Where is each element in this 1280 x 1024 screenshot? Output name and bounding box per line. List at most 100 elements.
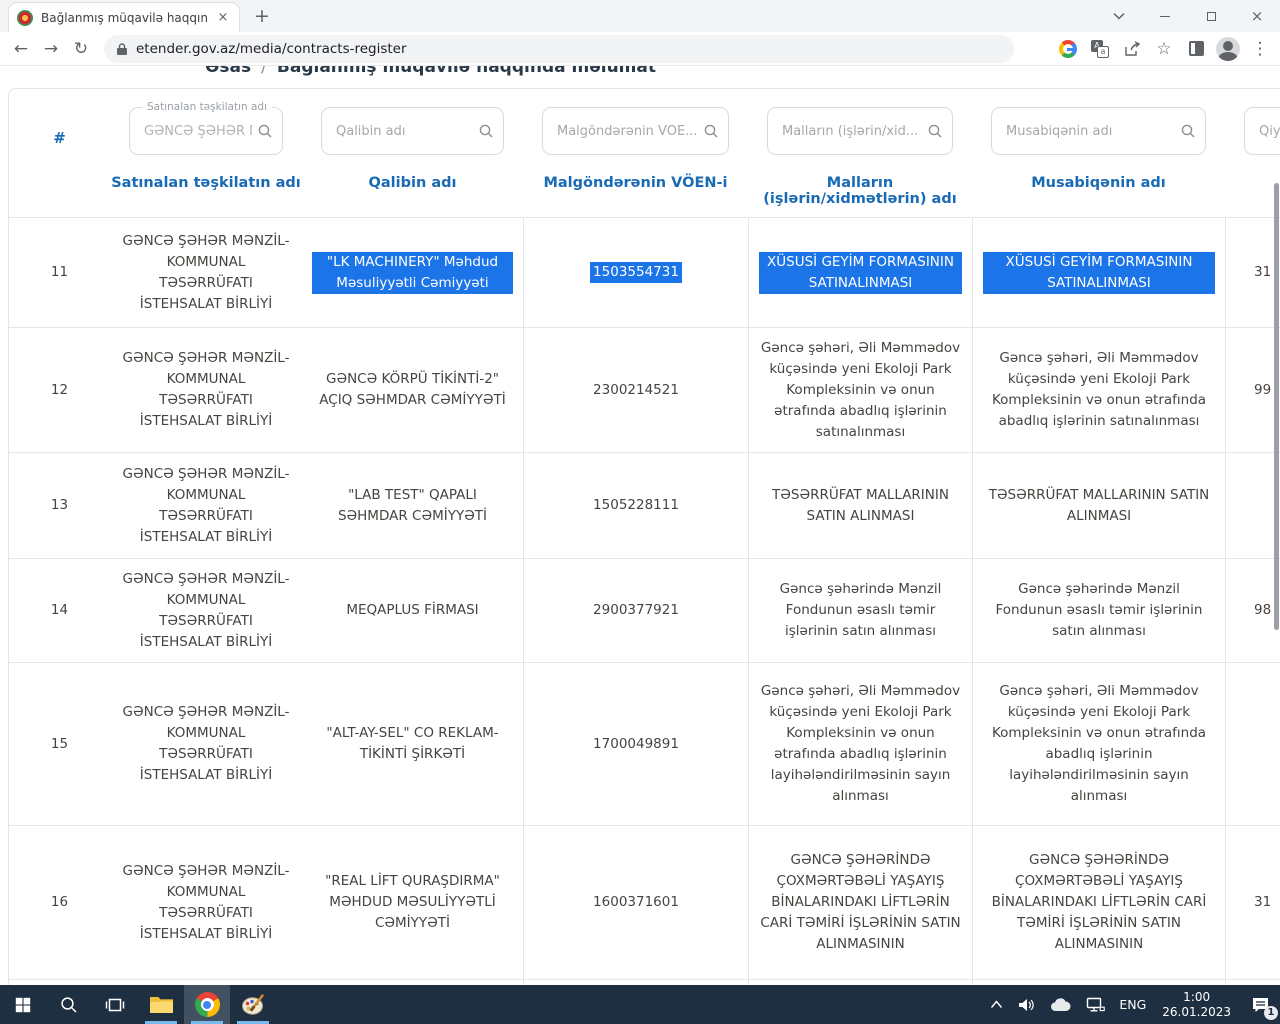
goods-filter-input[interactable] — [768, 108, 952, 154]
paint-taskbar-button[interactable] — [230, 985, 276, 1024]
org-cell: GƏNCƏ ŞƏHƏR MƏNZİL-KOMMUNAL TƏSƏRRÜFATI … — [110, 663, 302, 825]
price-cell: 99 — [1225, 328, 1280, 452]
competition-cell: TƏSƏRRÜFAT MALLARININ SATIN ALINMASI — [972, 453, 1225, 558]
competition-cell: Gəncə şəhərində Mənzil Fondunun əsaslı t… — [972, 559, 1225, 662]
new-tab-button[interactable]: + — [248, 3, 276, 31]
row-number: 13 — [9, 453, 110, 558]
goods-filter — [767, 107, 953, 155]
google-g-icon[interactable] — [1054, 35, 1082, 63]
language-indicator[interactable]: ENG — [1112, 985, 1153, 1024]
table-row: 14 GƏNCƏ ŞƏHƏR MƏNZİL-KOMMUNAL TƏSƏRRÜFA… — [9, 558, 1280, 662]
search-icon[interactable] — [703, 123, 719, 139]
selected-text: 1503554731 — [590, 262, 682, 283]
voen-filter-input[interactable] — [543, 108, 728, 154]
toolbar-actions: Aa ☆ ⋮ — [1054, 35, 1274, 63]
voen-cell: 2900377921 — [523, 559, 748, 662]
voen-cell: 1503554731 — [523, 218, 748, 327]
goods-cell: Gəncə şəhəri, Əli Məmmədov küçəsində yen… — [748, 328, 972, 452]
competition-filter-input[interactable] — [992, 108, 1205, 154]
winner-cell: "REAL LİFT QURAŞDIRMA" MƏHDUD MƏSULİYYƏT… — [302, 826, 523, 979]
chrome-taskbar-button[interactable] — [184, 985, 230, 1024]
search-icon[interactable] — [257, 123, 273, 139]
tab-close-icon[interactable]: × — [215, 10, 231, 26]
column-header-winner[interactable]: Qalibin adı — [302, 175, 523, 207]
taskbar-search-button[interactable] — [46, 985, 92, 1024]
file-explorer-icon — [149, 995, 174, 1015]
table-row: 13 GƏNCƏ ŞƏHƏR MƏNZİL-KOMMUNAL TƏSƏRRÜFA… — [9, 452, 1280, 558]
search-icon[interactable] — [478, 123, 494, 139]
azerbaijan-emblem-favicon — [17, 10, 33, 26]
address-bar[interactable]: etender.gov.az/media/contracts-register — [104, 35, 1014, 63]
voen-cell: 1505228111 — [523, 453, 748, 558]
org-cell: GƏNCƏ ŞƏHƏR MƏNZİL-KOMMUNAL TƏSƏRRÜFATI … — [110, 218, 302, 327]
winner-cell: "LAB TEST" QAPALI SƏHMDAR CƏMİYYƏTİ — [302, 453, 523, 558]
search-icon[interactable] — [1180, 123, 1196, 139]
clock-date: 26.01.2023 — [1162, 1005, 1231, 1020]
search-icon[interactable] — [927, 123, 943, 139]
row-number: 16 — [9, 826, 110, 979]
column-header-org[interactable]: Satınalan təşkilatın adı — [110, 175, 302, 207]
windows-logo-icon — [14, 996, 32, 1014]
network-icon[interactable] — [1078, 985, 1112, 1024]
start-button[interactable] — [0, 985, 46, 1024]
voen-cell: 2300214521 — [523, 328, 748, 452]
price-filter-input[interactable] — [1245, 108, 1280, 154]
winner-cell: "LK MACHINERY" Məhdud Məsuliyyətli Cəmiy… — [302, 218, 523, 327]
task-view-button[interactable] — [92, 985, 138, 1024]
column-header-goods[interactable]: Malların (işlərin/xidmətlərin) adı — [748, 175, 972, 207]
search-icon — [59, 995, 79, 1015]
competition-filter — [991, 107, 1206, 155]
volume-icon[interactable] — [1010, 985, 1043, 1024]
winner-filter-input[interactable] — [322, 108, 503, 154]
page-scrollbar-thumb[interactable] — [1274, 183, 1279, 630]
onedrive-cloud-icon[interactable] — [1043, 985, 1078, 1024]
share-icon[interactable] — [1118, 35, 1146, 63]
tab-title: Bağlanmış müqavilə haqqında mə — [41, 11, 207, 25]
task-view-icon — [105, 995, 125, 1015]
window-minimize-button[interactable] — [1142, 0, 1188, 32]
column-header-voen[interactable]: Malgöndərənin VÖEN-i — [523, 175, 748, 207]
winner-cell: MEQAPLUS FİRMASI — [302, 559, 523, 662]
breadcrumb-root[interactable]: Əsas — [205, 66, 251, 77]
competition-cell: Gəncə şəhəri, Əli Məmmədov küçəsində yen… — [972, 663, 1225, 825]
breadcrumb: Əsas/Bağlanmış müqavilə haqqında məlumat — [205, 66, 656, 77]
action-center-button[interactable]: 1 — [1240, 985, 1280, 1024]
forward-button[interactable]: → — [36, 35, 66, 63]
org-cell: GƏNCƏ ŞƏHƏR MƏNZİL-KOMMUNAL TƏSƏRRÜFATI … — [110, 328, 302, 452]
notification-badge: 1 — [1264, 1006, 1278, 1020]
price-cell — [1225, 453, 1280, 558]
org-cell: GƏNCƏ ŞƏHƏR MƏNZİL-KOMMUNAL TƏSƏRRÜFATI … — [110, 453, 302, 558]
browser-tab-strip: Bağlanmış müqavilə haqqında mə × + × — [0, 0, 1280, 32]
clock[interactable]: 1:00 26.01.2023 — [1153, 985, 1240, 1024]
profile-avatar[interactable] — [1214, 35, 1242, 63]
winner-cell: "ALT-AY-SEL" CO REKLAM-TİKİNTİ ŞİRKƏTİ — [302, 663, 523, 825]
table-row: 16 GƏNCƏ ŞƏHƏR MƏNZİL-KOMMUNAL TƏSƏRRÜFA… — [9, 825, 1280, 979]
competition-cell: XÜSUSİ GEYİM FORMASININ SATINALINMASI — [972, 218, 1225, 327]
price-filter — [1244, 107, 1280, 155]
winner-cell: GƏNCƏ KÖRPÜ TİKİNTİ-2" AÇIQ SƏHMDAR CƏMİ… — [302, 328, 523, 452]
translate-icon[interactable]: Aa — [1086, 35, 1114, 63]
file-explorer-button[interactable] — [138, 985, 184, 1024]
browser-tab[interactable]: Bağlanmış müqavilə haqqında mə × — [8, 2, 240, 32]
menu-dots-icon[interactable]: ⋮ — [1246, 35, 1274, 63]
org-filter-label: Satınalan təşkilatın adı — [142, 101, 272, 113]
org-cell: GƏNCƏ ŞƏHƏR MƏNZİL-KOMMUNAL TƏSƏRRÜFATI … — [110, 559, 302, 662]
tray-chevron-up-icon[interactable] — [983, 985, 1010, 1024]
window-maximize-button[interactable] — [1188, 0, 1234, 32]
row-number: 15 — [9, 663, 110, 825]
column-header-competition[interactable]: Musabiqənin adı — [972, 175, 1225, 207]
system-tray: ENG 1:00 26.01.2023 1 — [983, 985, 1280, 1024]
back-button[interactable]: ← — [6, 35, 36, 63]
tab-search-chevron-icon[interactable] — [1096, 0, 1142, 32]
reload-button[interactable]: ↻ — [66, 35, 96, 63]
side-panel-icon[interactable] — [1182, 35, 1210, 63]
org-cell: GƏNCƏ ŞƏHƏR MƏNZİL-KOMMUNAL TƏSƏRRÜFATI … — [110, 826, 302, 979]
window-close-button[interactable]: × — [1234, 0, 1280, 32]
bookmark-star-icon[interactable]: ☆ — [1150, 35, 1178, 63]
clock-time: 1:00 — [1183, 990, 1210, 1005]
row-number: 12 — [9, 328, 110, 452]
price-cell: 98 — [1225, 559, 1280, 662]
price-cell: 31 — [1225, 826, 1280, 979]
windows-taskbar: ENG 1:00 26.01.2023 1 — [0, 985, 1280, 1024]
table-row: 11 GƏNCƏ ŞƏHƏR MƏNZİL-KOMMUNAL TƏSƏRRÜFA… — [9, 217, 1280, 327]
